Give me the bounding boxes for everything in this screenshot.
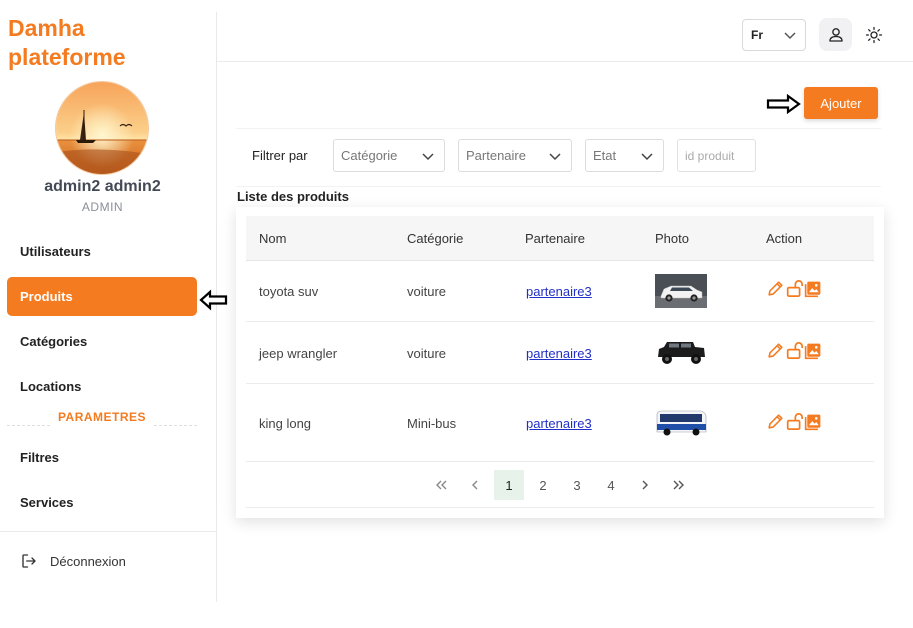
product-partner-link[interactable]: partenaire3 [526, 346, 592, 361]
product-partner-link[interactable]: partenaire3 [526, 416, 592, 431]
user-icon [828, 27, 843, 42]
sidebar-item-label: Filtres [20, 450, 60, 465]
sidebar-item-label: Utilisateurs [20, 244, 91, 259]
sidebar-item-categories[interactable]: Catégories [7, 322, 197, 361]
row-actions [766, 341, 822, 360]
sidebar-divider [0, 531, 217, 532]
row-actions [766, 412, 822, 431]
brand-line-2: plateforme [8, 44, 126, 70]
sidebar-item-locations[interactable]: Locations [7, 367, 197, 406]
sidebar-item-label: Locations [20, 379, 82, 394]
edit-icon[interactable] [766, 279, 785, 298]
sidebar-item-label: Catégories [20, 334, 88, 349]
product-id-input[interactable] [677, 139, 756, 172]
section-divider [154, 424, 197, 426]
product-name: jeep wrangler [259, 346, 338, 361]
column-header-action: Action [766, 231, 803, 246]
sun-icon [865, 26, 883, 44]
unlock-icon[interactable] [786, 279, 803, 298]
arrow-right-icon [766, 94, 801, 114]
chevron-down-icon [549, 153, 561, 161]
sidebar-item-filtres[interactable]: Filtres [7, 438, 197, 477]
sidebar-section-header: PARAMETRES [7, 410, 197, 426]
arrow-left-icon [199, 289, 228, 311]
language-select[interactable]: Fr [742, 19, 806, 51]
product-category: voiture [407, 346, 447, 361]
product-photo-black-jeep [655, 335, 707, 369]
image-icon[interactable] [804, 342, 822, 360]
image-icon[interactable] [804, 413, 822, 431]
unlock-icon[interactable] [786, 341, 803, 360]
pagination: 1 2 3 4 [236, 470, 884, 504]
row-actions [766, 279, 822, 298]
sidebar-item-produits[interactable]: Produits [7, 277, 197, 316]
product-name: king long [259, 416, 312, 431]
profile-button[interactable] [819, 18, 852, 51]
page-button-2[interactable]: 2 [528, 470, 558, 500]
avatar-sunset-image [56, 82, 148, 174]
filter-label: Filtrer par [252, 148, 308, 163]
logout-icon [22, 554, 36, 568]
language-value: Fr [751, 28, 763, 42]
state-filter-placeholder: Etat [593, 148, 617, 163]
table-row: toyota suv voiture partenaire3 [246, 261, 874, 322]
product-photo-white-suv [655, 274, 707, 308]
chevron-down-icon [641, 153, 653, 161]
column-header-nom: Nom [259, 231, 287, 246]
edit-icon[interactable] [766, 412, 785, 431]
chevrons-left-icon [436, 480, 447, 490]
column-header-categorie: Catégorie [407, 231, 464, 246]
chevron-left-icon [472, 480, 478, 490]
brand-title: Damha plateforme [8, 14, 208, 72]
partner-filter-placeholder: Partenaire [466, 148, 526, 163]
chevron-down-icon [422, 153, 434, 161]
state-filter-select[interactable]: Etat [585, 139, 664, 172]
sidebar-item-services[interactable]: Services [7, 483, 197, 522]
brand-line-1: Damha [8, 15, 85, 41]
last-page-button[interactable] [664, 470, 694, 500]
product-partner-link[interactable]: partenaire3 [526, 284, 592, 299]
section-label: PARAMETRES [57, 410, 147, 424]
first-page-button[interactable] [426, 470, 456, 500]
column-header-partenaire: Partenaire [525, 231, 585, 246]
logout-label: Déconnexion [50, 553, 126, 569]
user-role: ADMIN [81, 200, 124, 214]
image-icon[interactable] [804, 280, 822, 298]
avatar [56, 82, 148, 174]
page-button-4[interactable]: 4 [596, 470, 626, 500]
top-bar [217, 12, 913, 62]
category-filter-placeholder: Catégorie [341, 148, 398, 163]
next-page-button[interactable] [630, 470, 660, 500]
chevrons-right-icon [673, 480, 684, 490]
previous-page-button[interactable] [460, 470, 490, 500]
sidebar-item-utilisateurs[interactable]: Utilisateurs [7, 232, 197, 271]
product-category: voiture [407, 284, 447, 299]
page-button-3[interactable]: 3 [562, 470, 592, 500]
product-category: Mini-bus [407, 416, 457, 431]
partner-filter-select[interactable]: Partenaire [458, 139, 572, 172]
chevron-right-icon [642, 480, 648, 490]
add-product-button[interactable]: Ajouter [804, 87, 878, 119]
list-title: Liste des produits [237, 189, 349, 204]
chevron-down-icon [784, 32, 796, 40]
sidebar-item-label: Services [20, 495, 74, 510]
table-row: king long Mini-bus partenaire3 [246, 384, 874, 462]
user-name: admin2 admin2 [44, 178, 161, 195]
products-table: Nom Catégorie Partenaire Photo Action to… [236, 207, 884, 518]
edit-icon[interactable] [766, 341, 785, 360]
table-header: Nom Catégorie Partenaire Photo Action [246, 216, 874, 261]
theme-toggle[interactable] [864, 25, 884, 45]
product-name: toyota suv [259, 284, 319, 299]
page-button-1[interactable]: 1 [494, 470, 524, 500]
sidebar-item-label: Produits [20, 289, 73, 304]
logout-button[interactable]: Déconnexion [20, 552, 126, 570]
column-header-photo: Photo [655, 231, 689, 246]
table-row: jeep wrangler voiture partenaire3 [246, 322, 874, 384]
table-footer-divider [246, 507, 874, 508]
category-filter-select[interactable]: Catégorie [333, 139, 445, 172]
product-photo-blue-minibus [655, 406, 707, 440]
unlock-icon[interactable] [786, 412, 803, 431]
section-divider [7, 424, 50, 426]
